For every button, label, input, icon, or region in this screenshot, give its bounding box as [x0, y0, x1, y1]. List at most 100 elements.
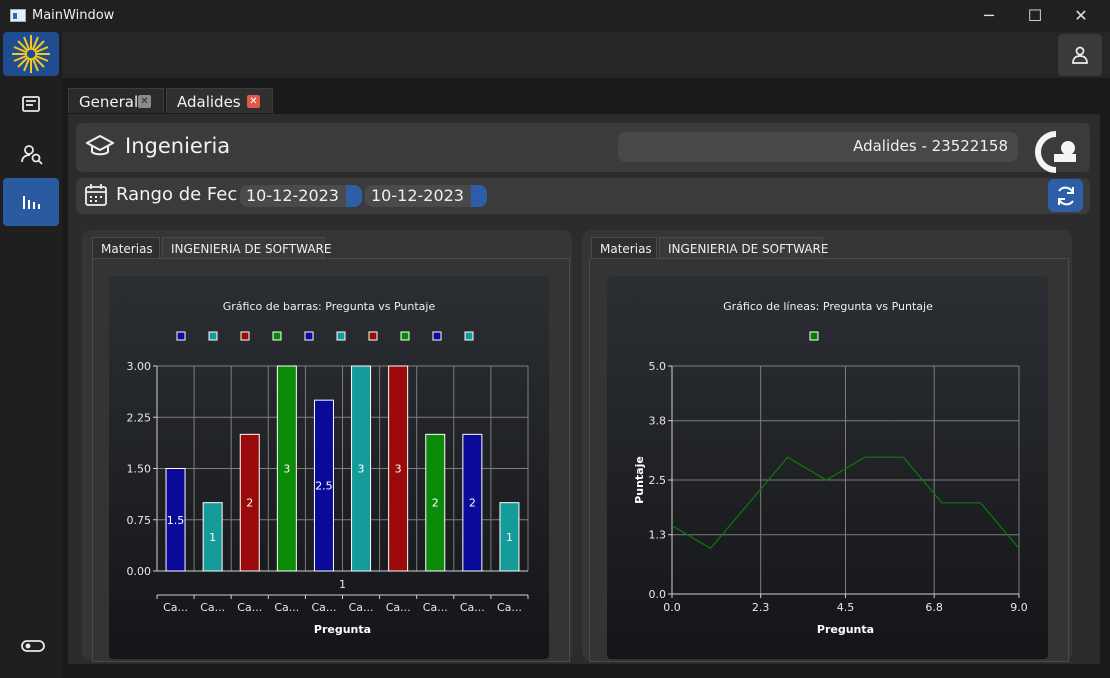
- legend-marker: [304, 331, 314, 341]
- bar-value-label: 2: [246, 497, 253, 510]
- bar-value-label: 1.5: [167, 514, 185, 527]
- legend-marker: [176, 331, 186, 341]
- form-icon: [22, 96, 40, 112]
- tab-subject-right[interactable]: INGENIERIA DE SOFTWARE: [659, 237, 828, 258]
- window-title: MainWindow: [32, 8, 115, 23]
- x-tick-label: Ca...: [237, 601, 262, 614]
- y-tick-label: 3.00: [127, 360, 152, 373]
- bar-value-label: 3: [358, 463, 365, 476]
- bar-value-label: 3: [395, 463, 402, 476]
- user-info-text: Adalides - 23522158: [853, 137, 1008, 155]
- line-chart: Gráfico de líneas: Pregunta vs Puntaje 0.…: [633, 300, 1028, 636]
- end-date-input[interactable]: 10-12-2023: [365, 185, 487, 207]
- chart-title: Gráfico de líneas: Pregunta vs Puntaje: [723, 300, 933, 313]
- bar-chart: Gráfico de barras: Pregunta vs Puntaje 0.…: [127, 300, 529, 636]
- x-tick-label: Ca...: [460, 601, 485, 614]
- tab-label: Adalides: [177, 93, 241, 111]
- bar-value-label: 1: [506, 531, 513, 544]
- start-date-value: 10-12-2023: [246, 186, 339, 205]
- toggle-icon: [21, 640, 45, 652]
- legend-marker: [368, 331, 378, 341]
- x-tick-label: 2.3: [752, 601, 770, 614]
- calendar-icon: [85, 184, 107, 206]
- tab-subject-left[interactable]: INGENIERIA DE SOFTWARE: [162, 237, 331, 258]
- maximize-button[interactable]: ☐: [1012, 0, 1058, 32]
- sidebar-item-theme-toggle[interactable]: [3, 622, 59, 670]
- career-title: Ingenieria: [125, 134, 231, 158]
- bar-value-label: 2: [432, 497, 439, 510]
- search-user-icon: [21, 145, 43, 165]
- x-tick-label: Ca...: [349, 601, 374, 614]
- tab-adalides[interactable]: Adalides ✕: [166, 88, 273, 113]
- close-button[interactable]: ✕: [1058, 0, 1104, 32]
- x-tick-label: 0.0: [663, 601, 681, 614]
- y-axis-label: Puntaje: [633, 456, 646, 504]
- tab-close-icon[interactable]: ✕: [138, 95, 151, 108]
- legend-marker: [464, 331, 474, 341]
- legend-marker: [400, 331, 410, 341]
- x-tick-label: 4.5: [837, 601, 855, 614]
- x-axis-label: Pregunta: [817, 623, 874, 636]
- y-tick-label: 0.0: [649, 588, 667, 601]
- y-tick-label: 5.0: [649, 360, 667, 373]
- top-toolbar: [62, 32, 1110, 78]
- x-tick-label: Ca...: [311, 601, 336, 614]
- x-tick-label: 6.8: [925, 601, 943, 614]
- bar-value-label: 1: [209, 531, 216, 544]
- y-tick-label: 3.8: [649, 415, 667, 428]
- tab-materias-left[interactable]: Materias: [92, 237, 160, 258]
- sidebar: [0, 32, 62, 678]
- legend-marker: [336, 331, 346, 341]
- legend-marker: [432, 331, 442, 341]
- date-range-label: Rango de Fechas: [116, 184, 238, 205]
- x-tick-label: 9.0: [1010, 601, 1028, 614]
- x-tick-label: Ca...: [274, 601, 299, 614]
- graduation-cap-icon: [86, 134, 114, 156]
- x-axis-label: Pregunta: [314, 623, 371, 636]
- sidebar-item-forms[interactable]: [3, 80, 59, 128]
- y-tick-label: 2.25: [127, 411, 152, 424]
- start-date-dropdown-arrow[interactable]: [346, 185, 362, 207]
- refresh-icon: [1058, 186, 1074, 206]
- bar-chart-card: Gráfico de barras: Pregunta vs Puntaje 0.…: [109, 276, 549, 659]
- app-icon: [10, 9, 26, 22]
- tab-general[interactable]: General ✕: [68, 88, 164, 113]
- user-info-field: Adalides - 23522158: [618, 132, 1018, 162]
- tab-close-icon[interactable]: ✕: [247, 95, 260, 108]
- university-logo: [3, 32, 59, 76]
- tab-label: General: [79, 93, 139, 111]
- window-titlebar: MainWindow ─ ☐ ✕: [0, 0, 1110, 32]
- x-tick-label: Ca...: [386, 601, 411, 614]
- user-icon: [1072, 46, 1088, 64]
- line-chart-card: Gráfico de líneas: Pregunta vs Puntaje 0.…: [607, 276, 1048, 659]
- refresh-button[interactable]: [1048, 179, 1083, 212]
- category-group-label: 1: [339, 578, 346, 591]
- x-tick-label: Ca...: [423, 601, 448, 614]
- legend-marker: [809, 331, 819, 341]
- legend-marker: [240, 331, 250, 341]
- tab-materias-right[interactable]: Materias: [591, 237, 657, 258]
- start-date-input[interactable]: 10-12-2023: [240, 185, 362, 207]
- sidebar-item-search-user[interactable]: [3, 129, 59, 177]
- y-tick-label: 1.50: [127, 463, 152, 476]
- chart-title: Gráfico de barras: Pregunta vs Puntaje: [223, 300, 436, 313]
- legend-marker: [272, 331, 282, 341]
- end-date-value: 10-12-2023: [371, 186, 464, 205]
- y-tick-label: 0.00: [127, 565, 152, 578]
- end-date-dropdown-arrow[interactable]: [471, 185, 487, 207]
- bar-value-label: 2.5: [315, 480, 333, 493]
- x-tick-label: Ca...: [200, 601, 225, 614]
- brand-logo: [1030, 130, 1076, 174]
- sidebar-item-stats[interactable]: [3, 178, 59, 226]
- bar-value-label: 3: [283, 463, 290, 476]
- x-tick-label: Ca...: [163, 601, 188, 614]
- y-tick-label: 1.3: [649, 529, 667, 542]
- bar-value-label: 2: [469, 497, 476, 510]
- minimize-button[interactable]: ─: [966, 0, 1012, 32]
- user-account-button[interactable]: [1058, 34, 1102, 76]
- x-tick-label: Ca...: [497, 601, 522, 614]
- legend-marker: [208, 331, 218, 341]
- date-range-bar: Rango de Fechas: [76, 178, 1090, 214]
- bar-chart-icon: [23, 196, 40, 209]
- y-tick-label: 0.75: [127, 514, 152, 527]
